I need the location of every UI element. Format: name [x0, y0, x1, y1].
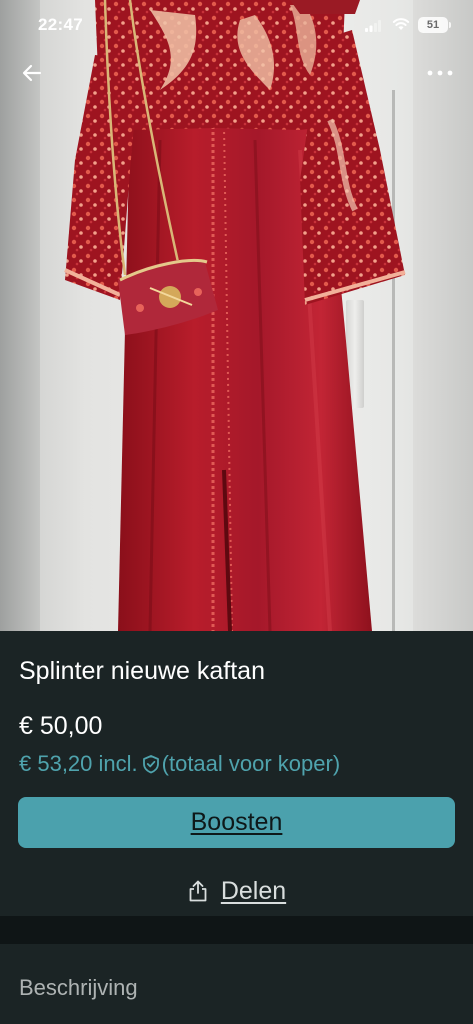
price-incl-amount: € 53,20 incl.	[19, 751, 138, 776]
status-bar: 22:47 51	[0, 0, 473, 52]
shield-check-icon	[142, 755, 159, 774]
more-options-button[interactable]	[420, 53, 460, 93]
back-button[interactable]	[12, 53, 52, 93]
product-photo[interactable]	[0, 0, 473, 631]
share-icon	[189, 880, 207, 902]
buyer-total-price[interactable]: € 53,20 incl. (totaal voor koper)	[19, 751, 340, 777]
arrow-left-icon	[22, 64, 42, 82]
boost-button[interactable]: Boosten	[18, 797, 455, 848]
battery-tip	[449, 22, 451, 28]
battery-icon: 51	[418, 17, 448, 33]
product-screen: 22:47 51 Splinter nieuwe kaftan € 50,00 …	[0, 0, 473, 1024]
boost-button-label: Boosten	[190, 808, 283, 836]
product-price: € 50,00	[19, 712, 103, 740]
product-info-panel: Splinter nieuwe kaftan € 50,00 € 53,20 i…	[0, 631, 473, 916]
product-title: Splinter nieuwe kaftan	[19, 657, 265, 685]
wifi-icon	[392, 18, 410, 30]
more-horizontal-icon	[427, 70, 453, 76]
cellular-signal-icon	[365, 20, 381, 32]
description-section: Beschrijving	[0, 944, 473, 1024]
share-button[interactable]: Delen	[0, 871, 473, 911]
share-label: Delen	[220, 876, 287, 905]
price-incl-note: (totaal voor koper)	[161, 751, 341, 776]
description-heading: Beschrijving	[19, 975, 138, 1000]
section-divider	[0, 916, 473, 944]
kaftan-illustration	[64, 0, 406, 631]
status-time: 22:47	[38, 15, 83, 34]
